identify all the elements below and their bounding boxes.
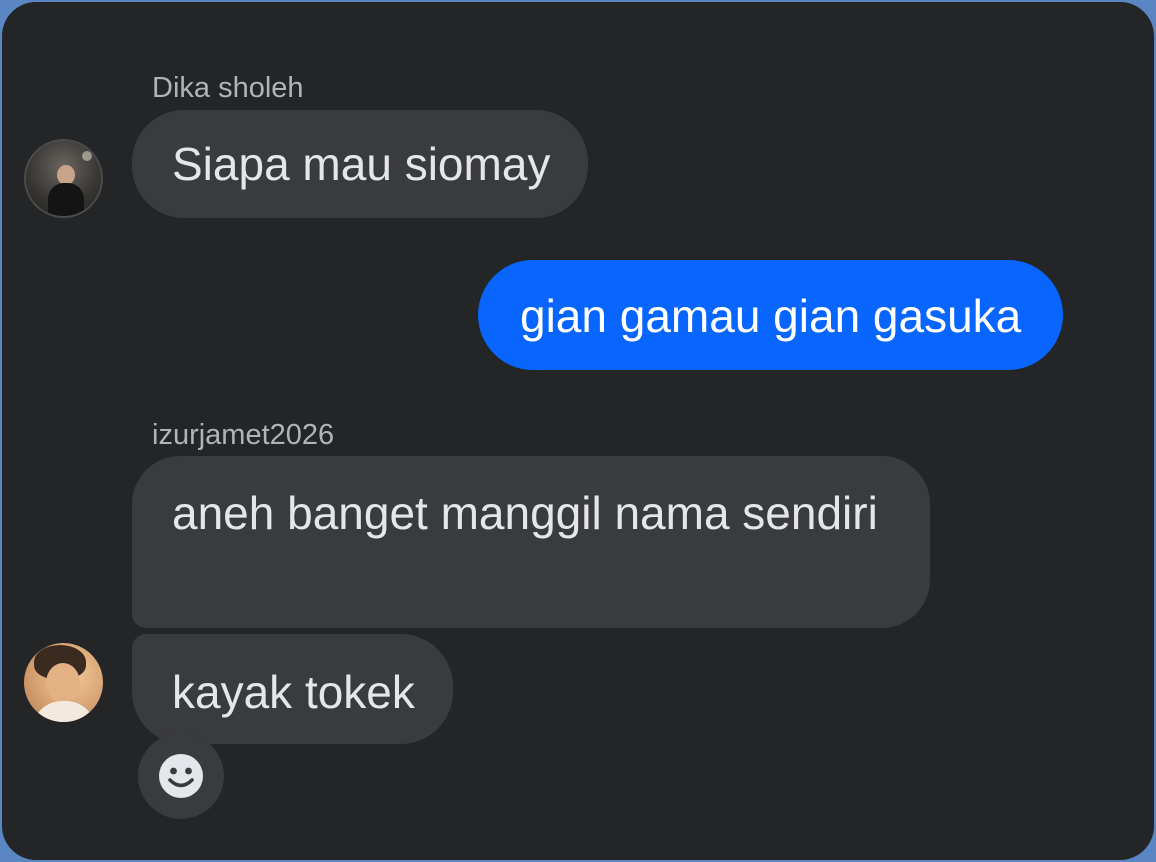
avatar-photo-light xyxy=(82,151,92,161)
avatar-izurjamet[interactable] xyxy=(24,643,103,722)
message-bubble-1[interactable]: Siapa mau siomay xyxy=(132,110,589,218)
reaction-button[interactable] xyxy=(138,733,224,819)
message-bubble-2[interactable]: gian gamau gian gasuka xyxy=(478,260,1064,370)
avatar-dika[interactable] xyxy=(24,139,103,218)
screenshot-frame: Dika sholeh Siapa mau siomay gian gamau … xyxy=(0,0,1156,862)
smiley-face-icon xyxy=(159,754,203,798)
avatar-photo-face xyxy=(46,663,80,703)
avatar-photo-shirt xyxy=(32,701,96,722)
message-bubble-3[interactable]: aneh banget manggil nama sendiri xyxy=(132,456,930,628)
sender-name-izurjamet: izurjamet2026 xyxy=(152,419,335,451)
avatar-photo-body xyxy=(48,183,84,216)
sender-name-dika: Dika sholeh xyxy=(152,72,304,104)
chat-thread: Dika sholeh Siapa mau siomay gian gamau … xyxy=(2,2,1154,860)
message-bubble-4[interactable]: kayak tokek xyxy=(132,634,453,744)
avatar-photo-head xyxy=(57,165,75,185)
